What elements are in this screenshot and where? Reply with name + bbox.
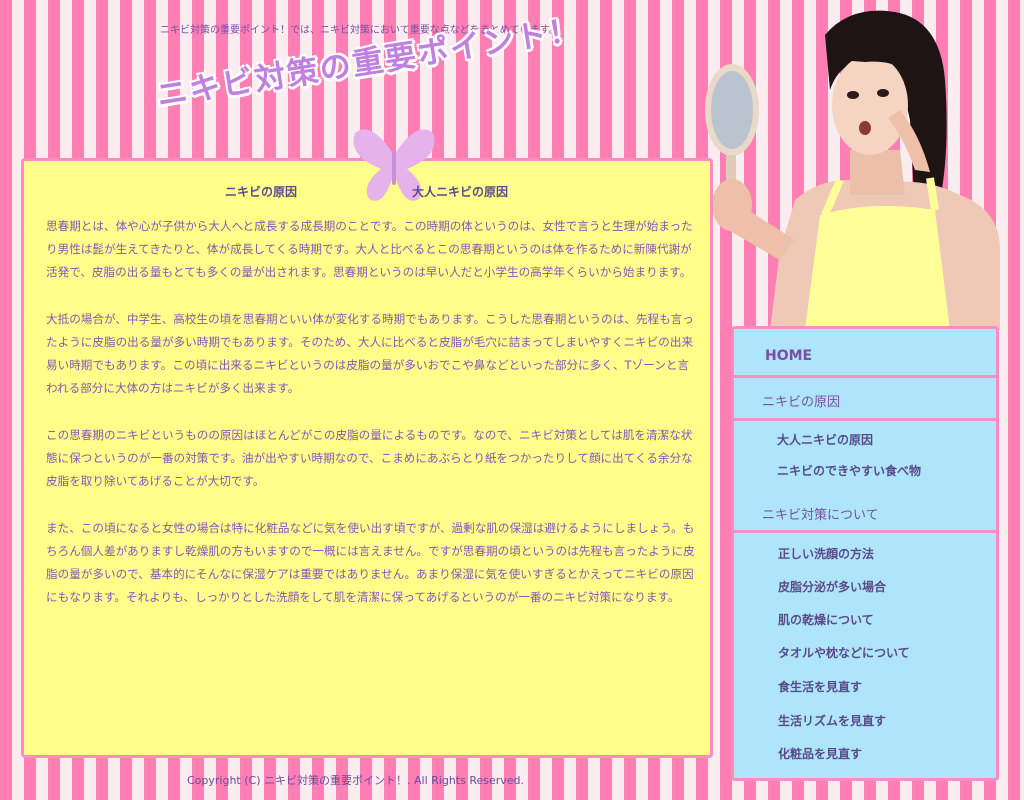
nav-link-sebum[interactable]: 皮脂分泌が多い場合 <box>778 578 1024 595</box>
nav-link-dry-skin[interactable]: 肌の乾燥について <box>778 611 1024 628</box>
nav-link-acne-foods[interactable]: ニキビのできやすい食べ物 <box>777 462 1024 479</box>
nav-divider <box>734 418 996 421</box>
article-body: 思春期とは、体や心が子供から大人へと成長する成長期のことです。この時期の体という… <box>46 215 698 633</box>
nav-divider <box>734 530 996 533</box>
nav-home-link[interactable]: HOME <box>765 348 1024 364</box>
sidebar-nav: HOME ニキビの原因 大人ニキビの原因 ニキビのできやすい食べ物 ニキビ対策に… <box>731 326 999 781</box>
tab-adult-acne-causes[interactable]: 大人ニキビの原因 <box>412 183 508 200</box>
tab-acne-causes[interactable]: ニキビの原因 <box>225 183 297 200</box>
article-paragraph: 大抵の場合が、中学生、高校生の頃を思春期といい体が変化する時期でもあります。こう… <box>46 311 694 396</box>
main-content-panel: ニキビの原因 大人ニキビの原因 思春期とは、体や心が子供から大人へと成長する成長… <box>21 129 713 758</box>
nav-divider <box>734 375 996 378</box>
copyright-text: Copyright (C) ニキビ対策の重要ポイント！. All Rights … <box>187 774 525 787</box>
nav-link-adult-acne-causes[interactable]: 大人ニキビの原因 <box>777 431 1024 448</box>
article-paragraph: 思春期とは、体や心が子供から大人へと成長する成長期のことです。この時期の体という… <box>46 219 693 280</box>
nav-link-cosmetics[interactable]: 化粧品を見直す <box>778 745 1024 762</box>
nav-link-towels-pillows[interactable]: タオルや枕などについて <box>778 644 1024 661</box>
nav-link-face-wash[interactable]: 正しい洗顔の方法 <box>778 545 1024 562</box>
nav-section-acne-causes[interactable]: ニキビの原因 <box>762 391 1024 410</box>
article-paragraph: この思春期のニキビというものの原因はほとんどがこの皮脂の量によるものです。なので… <box>46 427 693 489</box>
article-paragraph: また、この頃になると女性の場合は特に化粧品などに気を使い出す頃ですが、過剰な肌の… <box>46 520 695 605</box>
woman-with-mirror-image <box>705 10 1000 330</box>
nav-link-life-rhythm[interactable]: 生活リズムを見直す <box>778 712 1024 729</box>
nav-link-diet[interactable]: 食生活を見直す <box>778 678 1024 695</box>
nav-section-acne-measures[interactable]: ニキビ対策について <box>762 504 1024 523</box>
